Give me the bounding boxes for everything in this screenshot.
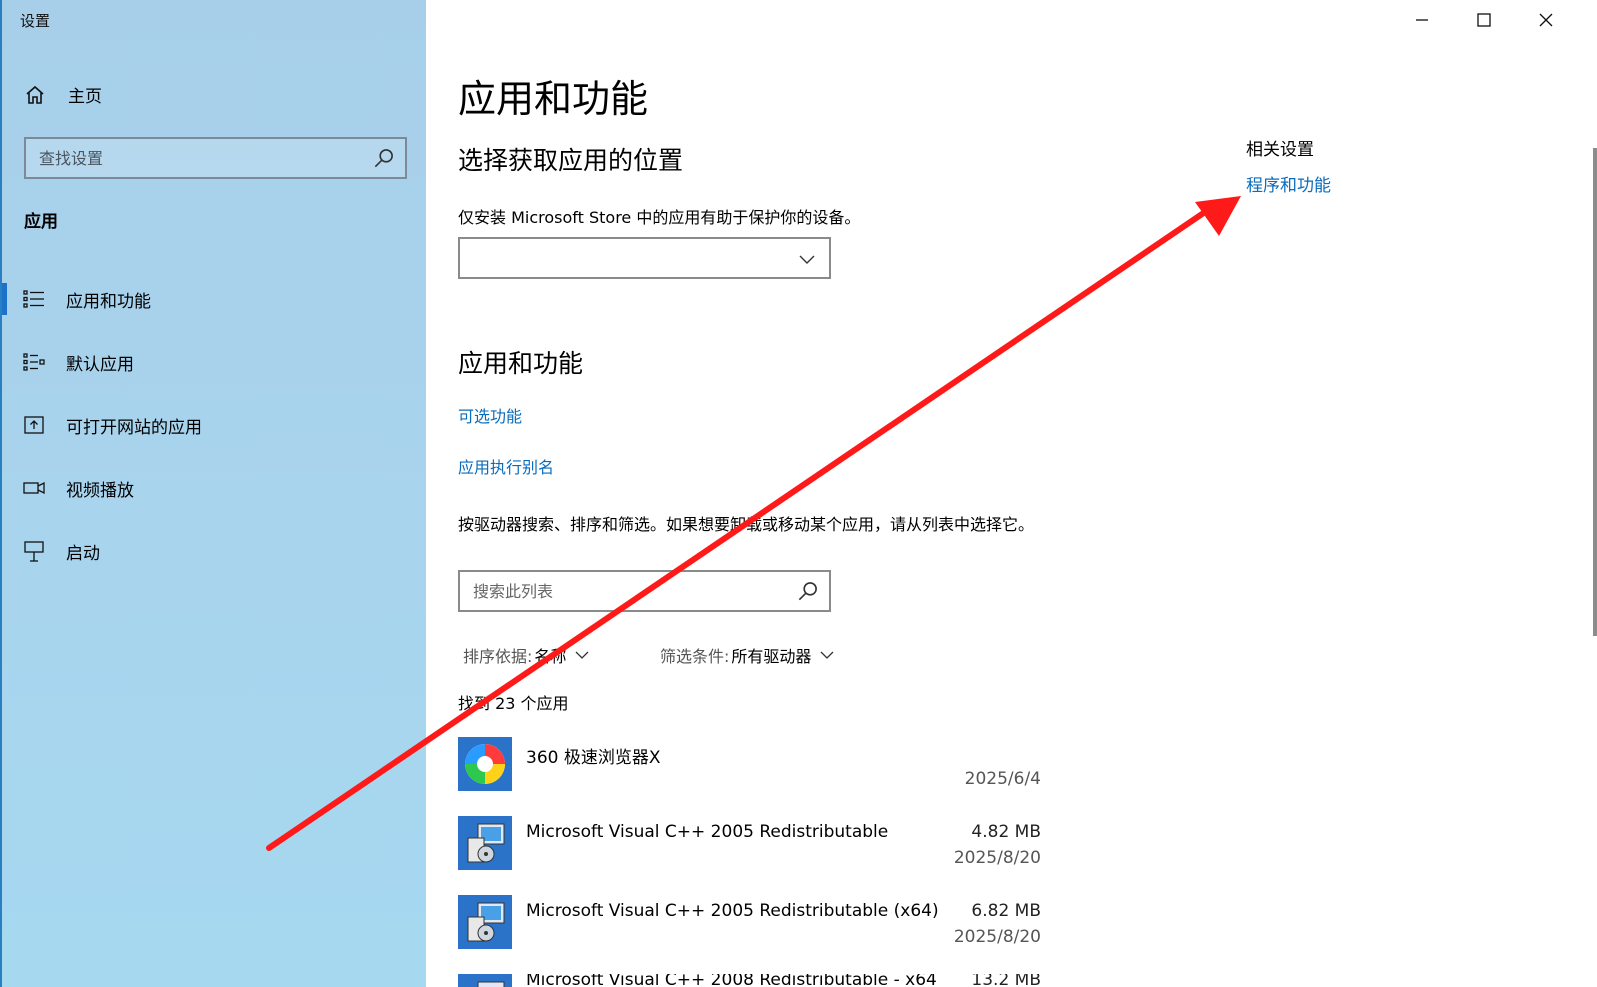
app-install-date: 2025/8/20 [953, 848, 1041, 868]
app-size: 13.2 MB [971, 974, 1041, 987]
close-button[interactable] [1515, 0, 1577, 40]
home-label: 主页 [68, 87, 102, 107]
search-sort-description: 按驱动器搜索、排序和筛选。如果想要卸载或移动某个应用，请从列表中选择它。 [458, 515, 1035, 534]
app-list-item[interactable]: Microsoft Visual C++ 2005 Redistributabl… [458, 816, 1048, 886]
startup-icon [24, 541, 44, 562]
app-name: 360 极速浏览器X [526, 748, 661, 768]
installer-icon [458, 816, 512, 870]
apps-found-count: 找到 23 个应用 [458, 694, 569, 713]
app-size: 6.82 MB [971, 901, 1041, 921]
app-install-date: 2025/6/4 [964, 769, 1041, 789]
sidebar-item-label: 默认应用 [66, 354, 134, 375]
search-icon[interactable] [795, 578, 821, 604]
app-name: Microsoft Visual C++ 2005 Redistributabl… [526, 901, 939, 921]
app-list-item[interactable]: Microsoft Visual C++ 2008 Redistributabl… [458, 974, 1048, 987]
sidebar-item-startup[interactable]: 启动 [2, 529, 428, 573]
open-website-icon [24, 416, 44, 434]
sidebar-item-video-playback[interactable]: 视频播放 [2, 466, 428, 510]
maximize-icon [1477, 13, 1491, 27]
apps-features-heading: 应用和功能 [458, 349, 584, 378]
app-list-search-input[interactable] [460, 580, 795, 602]
chevron-down-icon [799, 255, 815, 264]
video-icon [23, 481, 45, 495]
sort-by-dropdown[interactable]: 排序依据: 名称 [463, 643, 590, 667]
app-list-item[interactable]: 360 极速浏览器X 2025/6/4 [458, 737, 1048, 807]
programs-features-link[interactable]: 程序和功能 [1246, 171, 1331, 196]
home-nav[interactable]: 主页 [24, 82, 102, 107]
app-name: Microsoft Visual C++ 2005 Redistributabl… [526, 822, 889, 842]
window-title: 设置 [20, 12, 51, 30]
minimize-icon [1416, 19, 1428, 21]
sidebar-item-label: 可打开网站的应用 [66, 417, 202, 438]
scrollbar[interactable] [1593, 148, 1597, 636]
settings-search-input[interactable] [26, 147, 371, 169]
optional-features-link[interactable]: 可选功能 [458, 403, 522, 427]
app-size: 4.82 MB [971, 822, 1041, 842]
app-list-search-box[interactable] [458, 570, 831, 612]
app-source-dropdown[interactable] [458, 237, 831, 279]
browser-360-icon [458, 737, 512, 791]
default-apps-icon [23, 353, 45, 371]
sidebar-item-website-apps[interactable]: 可打开网站的应用 [2, 403, 428, 447]
page-title: 应用和功能 [458, 77, 649, 121]
window-controls [1391, 0, 1577, 40]
settings-search-box[interactable] [24, 137, 407, 179]
search-icon[interactable] [371, 145, 397, 171]
app-install-date: 2025/8/20 [953, 927, 1041, 947]
sidebar: 设置 主页 应用 应用和功能 [0, 0, 426, 987]
related-settings-heading: 相关设置 [1246, 140, 1314, 160]
app-name: Microsoft Visual C++ 2008 Redistributabl… [526, 974, 937, 987]
sidebar-item-label: 视频播放 [66, 480, 134, 501]
chevron-down-icon [575, 651, 589, 659]
sort-label: 排序依据: [463, 647, 533, 666]
choose-location-description: 仅安装 Microsoft Store 中的应用有助于保护你的设备。 [458, 208, 861, 227]
list-icon [23, 290, 44, 308]
app-list-item[interactable]: Microsoft Visual C++ 2005 Redistributabl… [458, 895, 1048, 965]
installer-icon [458, 895, 512, 949]
filter-value: 所有驱动器 [731, 647, 812, 666]
home-icon [26, 85, 44, 104]
choose-location-heading: 选择获取应用的位置 [458, 146, 684, 175]
close-icon [1539, 13, 1553, 27]
sidebar-item-apps-features[interactable]: 应用和功能 [2, 277, 428, 321]
chevron-down-icon [820, 651, 834, 659]
minimize-button[interactable] [1391, 0, 1453, 40]
sort-value: 名称 [534, 647, 567, 666]
app-execution-alias-link[interactable]: 应用执行别名 [458, 454, 554, 478]
filter-label: 筛选条件: [660, 647, 730, 666]
installer-icon [458, 974, 512, 987]
sidebar-item-label: 启动 [66, 543, 100, 564]
maximize-button[interactable] [1453, 0, 1515, 40]
filter-dropdown[interactable]: 筛选条件: 所有驱动器 [660, 643, 835, 667]
section-apps-heading: 应用 [24, 212, 58, 232]
sidebar-item-default-apps[interactable]: 默认应用 [2, 340, 428, 384]
sidebar-item-label: 应用和功能 [66, 291, 151, 312]
